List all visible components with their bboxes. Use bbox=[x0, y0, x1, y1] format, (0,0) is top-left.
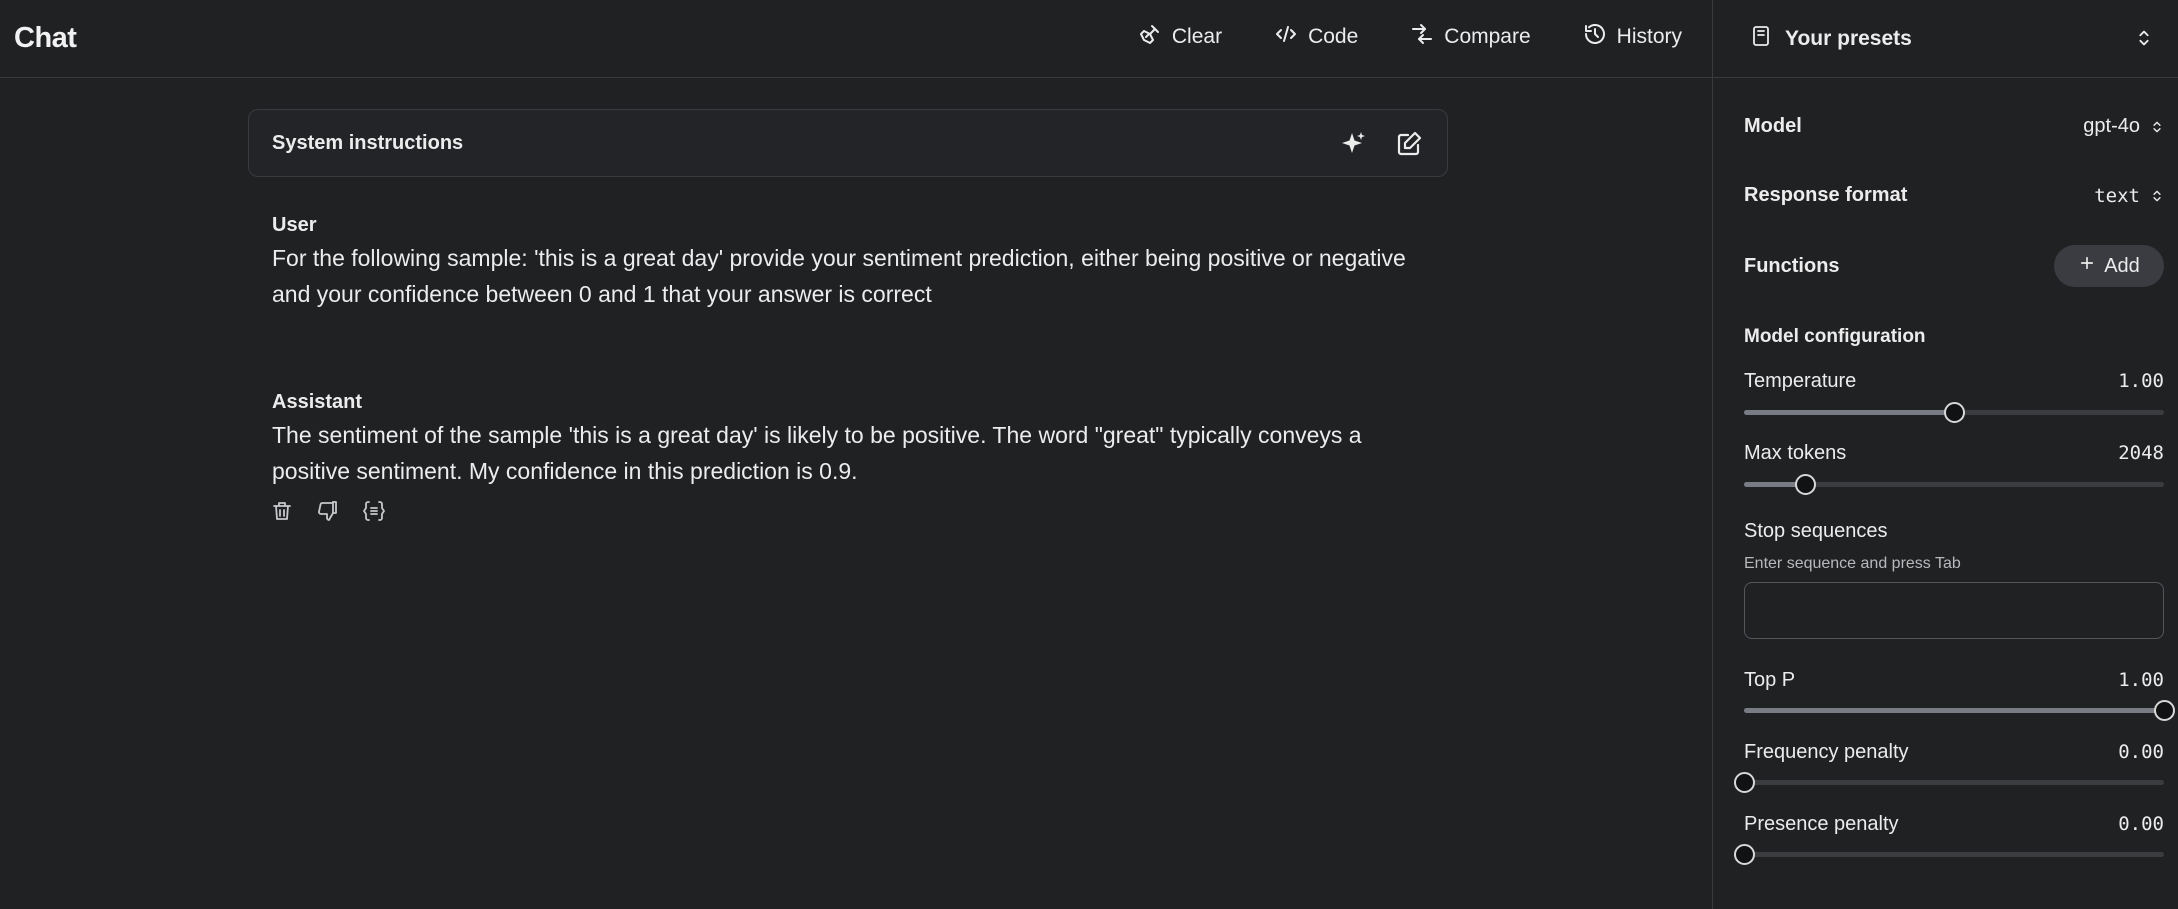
user-role-label: User bbox=[272, 214, 317, 236]
presets-label: Your presets bbox=[1785, 26, 1912, 50]
stop-sequences-input[interactable] bbox=[1744, 582, 2164, 639]
top-p-value: 1.00 bbox=[2118, 669, 2164, 691]
system-instructions-label: System instructions bbox=[272, 132, 464, 154]
temperature-row: Temperature 1.00 bbox=[1744, 370, 2164, 393]
stop-sequences-row: Stop sequences bbox=[1744, 520, 2164, 543]
code-button[interactable]: Code bbox=[1274, 20, 1358, 54]
slider-fill bbox=[1744, 410, 1954, 415]
presence-penalty-label: Presence penalty bbox=[1744, 813, 1899, 835]
top-actions: Clear Code Compare History bbox=[1138, 20, 1682, 54]
clear-button[interactable]: Clear bbox=[1138, 20, 1222, 54]
page-title: Chat bbox=[14, 22, 77, 54]
temperature-value: 1.00 bbox=[2118, 370, 2164, 392]
max-tokens-row: Max tokens 2048 bbox=[1744, 442, 2164, 465]
compare-button[interactable]: Compare bbox=[1410, 20, 1531, 54]
response-format-value: text bbox=[2094, 184, 2140, 207]
model-label: Model bbox=[1744, 115, 1802, 137]
add-label: Add bbox=[2104, 254, 2140, 277]
slider-thumb[interactable] bbox=[1944, 402, 1965, 423]
add-function-button[interactable]: Add bbox=[2054, 245, 2164, 287]
top-p-row: Top P 1.00 bbox=[1744, 669, 2164, 692]
presence-penalty-slider[interactable] bbox=[1734, 843, 2164, 865]
code-icon bbox=[1274, 22, 1298, 52]
functions-label: Functions bbox=[1744, 254, 1840, 277]
slider-fill bbox=[1744, 708, 2164, 713]
slider-thumb[interactable] bbox=[1734, 844, 1755, 865]
history-button[interactable]: History bbox=[1583, 20, 1682, 54]
frequency-penalty-label: Frequency penalty bbox=[1744, 741, 1909, 763]
frequency-penalty-value: 0.00 bbox=[2118, 741, 2164, 763]
max-tokens-slider[interactable] bbox=[1744, 473, 2164, 495]
presets-selector[interactable]: Your presets bbox=[1713, 0, 2178, 78]
user-message[interactable]: For the following sample: 'this is a gre… bbox=[272, 240, 1422, 312]
thumbs-down-icon[interactable] bbox=[316, 499, 340, 523]
assistant-message[interactable]: The sentiment of the sample 'this is a g… bbox=[272, 417, 1422, 489]
code-label: Code bbox=[1308, 25, 1359, 48]
json-icon[interactable] bbox=[362, 499, 386, 523]
model-configuration-title: Model configuration bbox=[1744, 326, 1926, 347]
temperature-label: Temperature bbox=[1744, 370, 1857, 392]
compare-label: Compare bbox=[1444, 25, 1531, 48]
frequency-penalty-row: Frequency penalty 0.00 bbox=[1744, 741, 2164, 764]
history-icon bbox=[1583, 22, 1607, 52]
response-format-select[interactable]: text bbox=[2094, 185, 2164, 207]
history-label: History bbox=[1616, 25, 1682, 48]
clear-label: Clear bbox=[1171, 25, 1223, 48]
trash-icon[interactable] bbox=[270, 499, 294, 523]
message-actions bbox=[270, 499, 386, 523]
chevron-updown-icon bbox=[2153, 121, 2161, 132]
top-p-slider[interactable] bbox=[1744, 699, 2175, 721]
slider-track bbox=[1744, 780, 2164, 785]
slider-thumb[interactable] bbox=[1794, 474, 1816, 495]
broom-icon bbox=[1138, 22, 1162, 52]
plus-icon bbox=[2078, 254, 2096, 278]
model-value: gpt-4o bbox=[2083, 115, 2140, 137]
max-tokens-label: Max tokens bbox=[1744, 442, 1847, 464]
slider-thumb[interactable] bbox=[1734, 772, 1755, 793]
stop-sequences-label: Stop sequences bbox=[1744, 520, 1888, 542]
frequency-penalty-slider[interactable] bbox=[1734, 771, 2164, 793]
settings-sidebar: Your presets Model gpt-4o Response forma… bbox=[1712, 0, 2178, 909]
functions-row: Functions Add bbox=[1744, 245, 2164, 287]
model-row: Model gpt-4o bbox=[1744, 115, 2164, 138]
presence-penalty-row: Presence penalty 0.00 bbox=[1744, 813, 2164, 836]
top-p-label: Top P bbox=[1744, 669, 1796, 691]
chevron-updown-icon bbox=[2133, 25, 2155, 56]
slider-track bbox=[1744, 852, 2164, 857]
temperature-slider[interactable] bbox=[1744, 401, 2164, 423]
response-format-row: Response format text bbox=[1744, 184, 2164, 207]
presence-penalty-value: 0.00 bbox=[2118, 813, 2164, 835]
slider-thumb[interactable] bbox=[2154, 700, 2175, 721]
compare-icon bbox=[1410, 22, 1434, 52]
system-instructions-box[interactable]: System instructions bbox=[248, 109, 1448, 177]
max-tokens-value: 2048 bbox=[2118, 442, 2164, 464]
top-bar: Chat Clear Code Compare History bbox=[0, 0, 1712, 78]
model-select[interactable]: gpt-4o bbox=[2083, 115, 2164, 138]
chevron-updown-icon bbox=[2153, 190, 2161, 201]
preset-book-icon bbox=[1749, 24, 1773, 53]
stop-sequences-hint: Enter sequence and press Tab bbox=[1744, 555, 1961, 572]
sparkle-icon[interactable] bbox=[1339, 130, 1367, 158]
edit-icon[interactable] bbox=[1395, 130, 1423, 158]
assistant-role-label: Assistant bbox=[272, 391, 363, 413]
response-format-label: Response format bbox=[1744, 184, 1908, 206]
